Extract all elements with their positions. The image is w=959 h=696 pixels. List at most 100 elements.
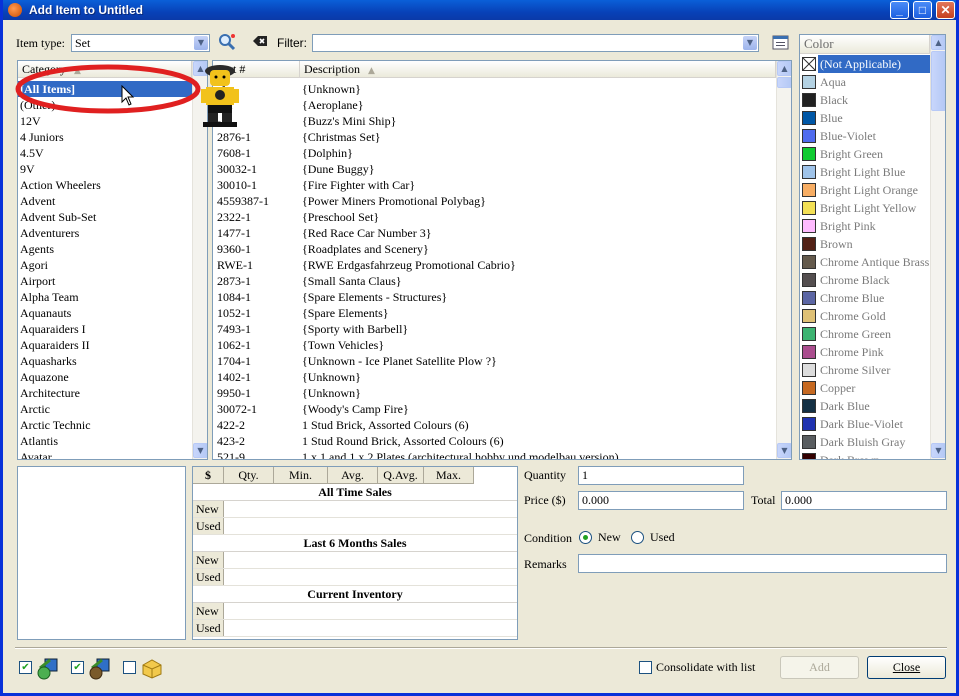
scroll-up-icon[interactable]: ▲ <box>777 61 791 76</box>
category-item[interactable]: 9V <box>18 161 192 177</box>
table-row[interactable]: 2873-1 {Small Santa Claus} <box>213 273 776 289</box>
add-button[interactable]: Add <box>780 656 859 679</box>
chevron-down-icon[interactable]: ▼ <box>194 36 208 50</box>
table-row[interactable]: 2876-1 {Christmas Set} <box>213 129 776 145</box>
table-row[interactable]: 1477-1 {Red Race Car Number 3} <box>213 225 776 241</box>
category-item[interactable]: Arctic <box>18 401 192 417</box>
category-item[interactable]: Atlantis <box>18 433 192 449</box>
table-row[interactable]: 7608-1 {Dolphin} <box>213 145 776 161</box>
chevron-down-icon[interactable]: ▼ <box>743 36 757 50</box>
table-row[interactable]: 30010-1 {Fire Fighter with Car} <box>213 177 776 193</box>
table-row[interactable]: 1402-1 {Unknown} <box>213 369 776 385</box>
condition-new-label[interactable]: New <box>598 530 621 545</box>
add-to-wanted-icon[interactable] <box>88 656 112 680</box>
search-icon[interactable] <box>216 32 238 52</box>
items-scrollbar[interactable]: ▲ ▼ <box>776 61 791 459</box>
clear-filter-icon[interactable] <box>251 33 269 51</box>
table-row[interactable]: 4559387-1 {Power Miners Promotional Polyb… <box>213 193 776 209</box>
scroll-up-icon[interactable]: ▲ <box>931 35 945 50</box>
category-item[interactable]: Aquasharks <box>18 353 192 369</box>
color-item[interactable]: Bright Light Yellow <box>800 199 930 217</box>
consolidate-label[interactable]: Consolidate with list <box>656 660 755 675</box>
color-item[interactable]: Chrome Antique Brass <box>800 253 930 271</box>
table-row[interactable]: 423-2 1 Stud Round Brick, Assorted Colour… <box>213 433 776 449</box>
table-row[interactable]: 30032-1 {Dune Buggy} <box>213 161 776 177</box>
category-item[interactable]: Aquaraiders II <box>18 337 192 353</box>
category-item[interactable]: 4.5V <box>18 145 192 161</box>
color-item[interactable]: Blue <box>800 109 930 127</box>
option-checkbox-1[interactable]: ✔ <box>19 661 32 674</box>
color-item[interactable]: Blue-Violet <box>800 127 930 145</box>
table-row[interactable]: 1052-1 {Spare Elements} <box>213 305 776 321</box>
category-item[interactable]: Agori <box>18 257 192 273</box>
box-icon[interactable] <box>140 656 164 680</box>
category-item[interactable]: Architecture <box>18 385 192 401</box>
table-row[interactable]: 2322-1 {Preschool Set} <box>213 209 776 225</box>
category-item[interactable]: 4 Juniors <box>18 129 192 145</box>
table-row[interactable]: 1704-1 {Unknown - Ice Planet Satellite Pl… <box>213 353 776 369</box>
table-row[interactable]: RWE-1 {RWE Erdgasfahrzeug Promotional Cab… <box>213 257 776 273</box>
category-item[interactable]: Alpha Team <box>18 289 192 305</box>
table-row[interactable]: 8-1{Aeroplane} <box>213 97 776 113</box>
option-checkbox-3[interactable]: ✔ <box>123 661 136 674</box>
minimize-button[interactable]: _ <box>890 1 909 19</box>
item-type-select[interactable]: Set ▼ <box>71 34 210 52</box>
filter-input[interactable]: ▼ <box>312 34 759 52</box>
scroll-down-icon[interactable]: ▼ <box>193 443 207 458</box>
scroll-down-icon[interactable]: ▼ <box>931 443 945 458</box>
consolidate-checkbox[interactable]: ✔ <box>639 661 652 674</box>
scroll-thumb[interactable] <box>777 77 791 88</box>
condition-used-label[interactable]: Used <box>650 530 675 545</box>
option-checkbox-2[interactable]: ✔ <box>71 661 84 674</box>
color-item[interactable]: Bright Light Blue <box>800 163 930 181</box>
category-item[interactable]: Aquazone <box>18 369 192 385</box>
table-row[interactable]: 30072-1 {Woody's Camp Fire} <box>213 401 776 417</box>
table-row[interactable]: 9950-1 {Unknown} <box>213 385 776 401</box>
category-item[interactable]: Agents <box>18 241 192 257</box>
color-item[interactable]: Chrome Gold <box>800 307 930 325</box>
condition-used-radio[interactable] <box>631 531 644 544</box>
color-item[interactable]: Bright Green <box>800 145 930 163</box>
color-item[interactable]: Chrome Green <box>800 325 930 343</box>
color-item[interactable]: Bright Light Orange <box>800 181 930 199</box>
table-row[interactable]: -1{Buzz's Mini Ship} <box>213 113 776 129</box>
color-item[interactable]: Chrome Blue <box>800 289 930 307</box>
quantity-field[interactable]: 1 <box>578 466 744 485</box>
category-item[interactable]: Action Wheelers <box>18 177 192 193</box>
color-item[interactable]: Copper <box>800 379 930 397</box>
category-item[interactable]: Adventurers <box>18 225 192 241</box>
color-item[interactable]: Black <box>800 91 930 109</box>
color-item[interactable]: Brown <box>800 235 930 253</box>
color-scrollbar[interactable]: ▲ ▼ <box>930 35 945 459</box>
color-list[interactable]: Color (Not Applicable) Aqua Black Blue Blue-… <box>799 34 946 460</box>
category-item[interactable]: Airport <box>18 273 192 289</box>
table-row[interactable]: -1{Unknown} <box>213 81 776 97</box>
category-item[interactable]: Arctic Technic <box>18 417 192 433</box>
table-row[interactable]: 9360-1 {Roadplates and Scenery} <box>213 241 776 257</box>
close-button[interactable]: Close <box>867 656 946 679</box>
items-table[interactable]: Part # Description▲ -1{Unknown}8-1{Aerop… <box>212 60 792 460</box>
table-row[interactable]: 521-9 1 x 1 and 1 x 2 Plates (architectur… <box>213 449 776 459</box>
color-item[interactable]: Chrome Black <box>800 271 930 289</box>
color-item[interactable]: Aqua <box>800 73 930 91</box>
add-to-inventory-icon[interactable] <box>36 656 60 680</box>
maximize-button[interactable]: □ <box>913 1 932 19</box>
scroll-thumb[interactable] <box>931 51 945 111</box>
color-item[interactable]: Dark Blue <box>800 397 930 415</box>
category-item[interactable]: Advent Sub-Set <box>18 209 192 225</box>
color-item[interactable]: Chrome Pink <box>800 343 930 361</box>
category-item[interactable]: Aquaraiders I <box>18 321 192 337</box>
table-row[interactable]: 1062-1 {Town Vehicles} <box>213 337 776 353</box>
color-item[interactable]: Dark Bluish Gray <box>800 433 930 451</box>
category-list[interactable]: Category ▲ [All Items] (Other) 12V 4 Juniors… <box>17 60 208 460</box>
scroll-down-icon[interactable]: ▼ <box>777 443 791 458</box>
category-item[interactable]: Aquanauts <box>18 305 192 321</box>
color-item[interactable]: Bright Pink <box>800 217 930 235</box>
color-item[interactable]: Dark Blue-Violet <box>800 415 930 433</box>
color-item[interactable]: (Not Applicable) <box>800 55 930 73</box>
description-column-header[interactable]: Description ▲ <box>300 61 776 78</box>
view-options-icon[interactable] <box>772 34 790 52</box>
close-window-button[interactable]: ✕ <box>936 1 955 19</box>
color-item[interactable]: Chrome Silver <box>800 361 930 379</box>
table-row[interactable]: 1084-1 {Spare Elements - Structures} <box>213 289 776 305</box>
